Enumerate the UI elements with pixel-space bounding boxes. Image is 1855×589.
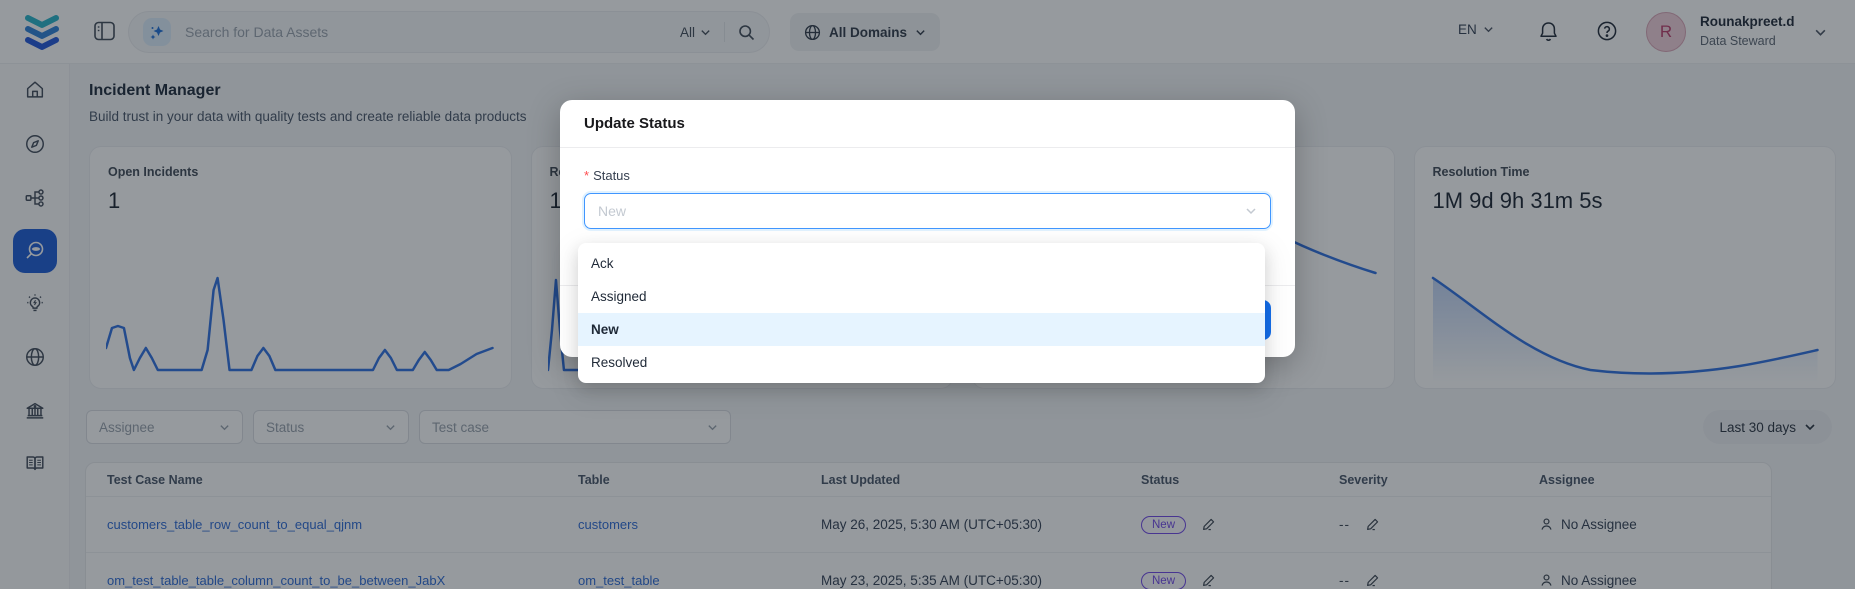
status-field-label: * Status: [584, 168, 1271, 183]
option-assigned[interactable]: Assigned: [578, 280, 1265, 313]
chevron-down-icon: [1245, 205, 1257, 217]
status-options-dropdown: Ack Assigned New Resolved: [578, 243, 1265, 383]
status-label-text: Status: [593, 168, 630, 183]
required-asterisk: *: [584, 168, 589, 183]
modal-title: Update Status: [560, 100, 1295, 148]
option-resolved[interactable]: Resolved: [578, 346, 1265, 379]
option-ack[interactable]: Ack: [578, 247, 1265, 280]
status-select[interactable]: New: [584, 193, 1271, 229]
status-select-placeholder: New: [598, 203, 626, 219]
option-new[interactable]: New: [578, 313, 1265, 346]
